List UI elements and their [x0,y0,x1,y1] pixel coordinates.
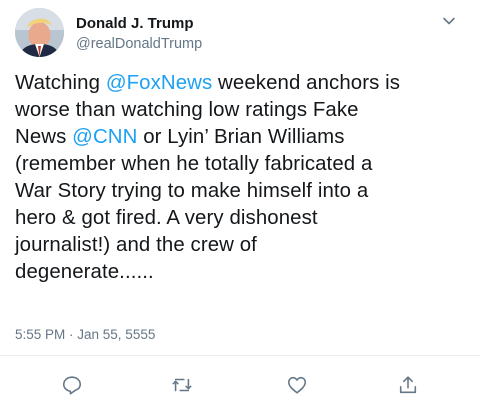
tweet-text-segment: journalist!) and the crew of [15,234,257,256]
heart-icon [287,376,307,394]
display-name[interactable]: Donald J. Trump [76,15,194,33]
share-icon [399,376,417,394]
tweet-text-segment: hero & got fired. A very dishonest [15,207,318,229]
retweet-icon [172,378,192,392]
user-handle[interactable]: @realDonaldTrump [76,35,202,53]
tweet-text-line: degenerate...... [15,259,473,286]
share-button[interactable] [397,374,419,396]
retweet-button[interactable] [171,374,193,396]
tweet-text-line: journalist!) and the crew of [15,232,473,259]
tweet-text-segment: Watching [15,72,106,94]
tweet-text-line: War Story trying to make himself into a [15,178,473,205]
tweet-text-segment: degenerate...... [15,261,154,283]
mention-link[interactable]: @FoxNews [106,72,212,94]
tweet-text-segment: or Lyin’ Brian Williams [137,126,345,148]
tweet-text: Watching @FoxNews weekend anchors is wors… [15,70,473,286]
tweet-text-line: worse than watching low ratings Fake [15,97,473,124]
tweet-text-segment: War Story trying to make himself into a [15,180,369,202]
tweet-text-line: hero & got fired. A very dishonest [15,205,473,232]
tweet-text-segment: worse than watching low ratings Fake [15,99,359,121]
mention-link[interactable]: @CNN [72,126,137,148]
tweet-text-segment: weekend anchors is [212,72,401,94]
tweet-text-segment: News [15,126,73,148]
avatar[interactable] [15,8,64,57]
tweet-text-line: News @CNN or Lyin’ Brian Williams [15,124,473,151]
reply-icon [62,376,82,395]
tweet-text-line: (remember when he totally fabricated a [15,151,473,178]
chevron-down-icon[interactable] [440,12,458,30]
reply-button[interactable] [61,374,83,396]
tweet-timestamp[interactable]: 5:55 PM · Jan 55, 5555 [15,326,155,344]
tweet-text-line: Watching @FoxNews weekend anchors is [15,70,473,97]
tweet-text-segment: (remember when he totally fabricated a [15,153,373,175]
like-button[interactable] [286,374,308,396]
profile-photo-icon [15,8,64,57]
tweet-card: Donald J. Trump @realDonaldTrump Watchin… [0,0,480,410]
divider [0,355,480,356]
